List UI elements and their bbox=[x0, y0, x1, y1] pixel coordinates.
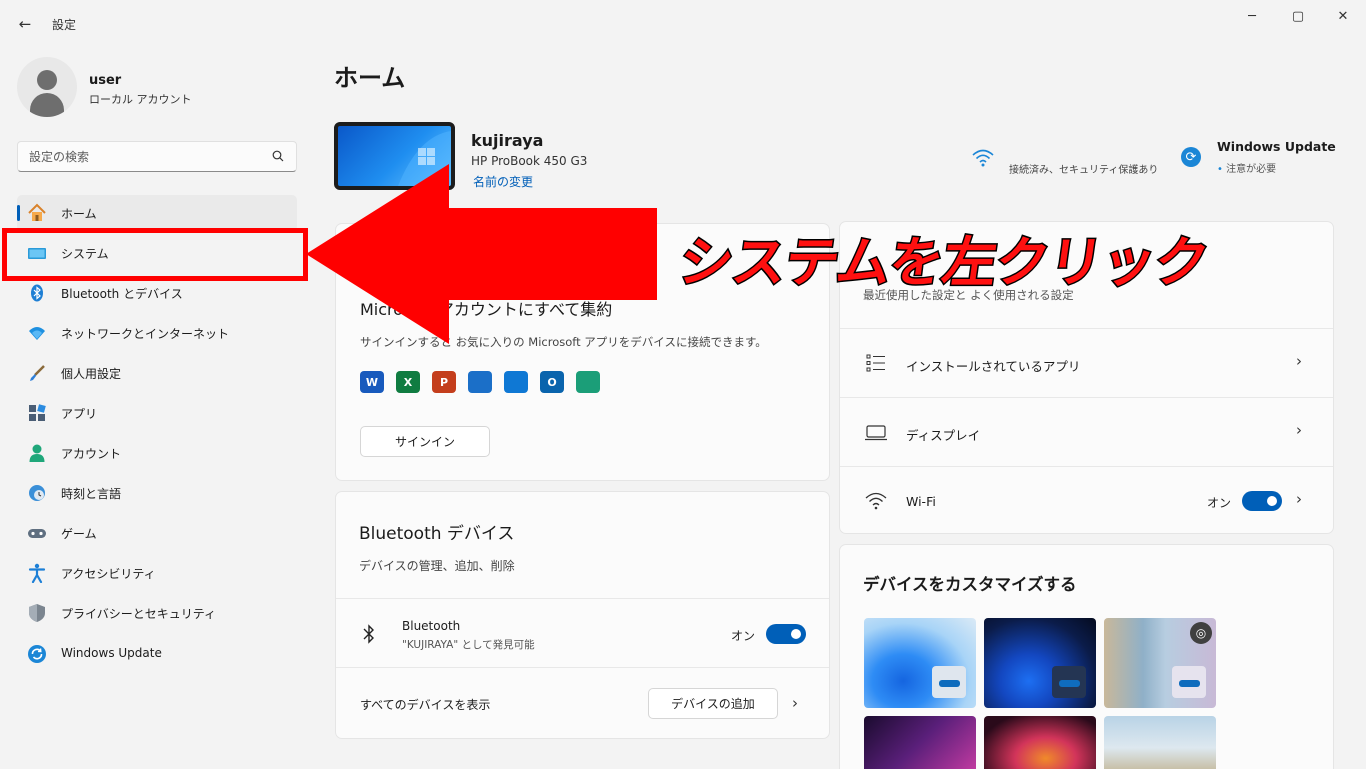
title-bar: ← 設定 ─ ▢ ✕ bbox=[0, 0, 1366, 46]
word-icon: W bbox=[360, 371, 384, 393]
apps-icon bbox=[27, 403, 47, 423]
settings-search bbox=[17, 141, 297, 172]
theme-thumbnail[interactable] bbox=[984, 716, 1096, 769]
time-language-icon bbox=[27, 483, 47, 503]
chevron-right-icon[interactable]: › bbox=[1296, 421, 1302, 439]
close-button[interactable]: ✕ bbox=[1320, 0, 1366, 32]
accessibility-icon bbox=[27, 563, 47, 583]
bluetooth-discoverable-text: "KUJIRAYA" として発見可能 bbox=[402, 639, 535, 651]
windows-update-status-title[interactable]: Windows Update bbox=[1217, 139, 1336, 154]
sidebar-item-privacy[interactable]: プライバシーとセキュリティ bbox=[17, 595, 297, 631]
wifi-status-icon bbox=[972, 149, 994, 171]
sidebar-item-label: ネットワークとインターネット bbox=[61, 327, 230, 341]
bluetooth-toggle-label: オン bbox=[731, 629, 756, 643]
bluetooth-card-title: Bluetooth デバイス bbox=[359, 524, 515, 544]
sidebar-item-label: 個人用設定 bbox=[61, 367, 122, 381]
shield-icon bbox=[27, 603, 47, 623]
divider bbox=[336, 667, 829, 668]
app-title: 設定 bbox=[52, 18, 77, 32]
sign-in-button[interactable]: サインイン bbox=[360, 426, 490, 457]
customize-title: デバイスをカスタマイズする bbox=[863, 575, 1077, 594]
back-button[interactable]: ← bbox=[10, 10, 40, 38]
outlook-icon: O bbox=[540, 371, 564, 393]
theme-taskbar-preview bbox=[1172, 666, 1206, 698]
red-arrow bbox=[306, 164, 657, 344]
windows-update-status-sub: • 注意が必要 bbox=[1217, 164, 1277, 175]
wifi-toggle[interactable] bbox=[1242, 491, 1282, 511]
theme-thumbnail[interactable]: ◎ bbox=[1104, 618, 1216, 708]
windows-update-icon bbox=[27, 644, 47, 664]
wifi-label: Wi-Fi bbox=[906, 494, 936, 509]
add-device-button[interactable]: デバイスの追加 bbox=[648, 688, 778, 719]
sidebar-item-label: Bluetooth とデバイス bbox=[61, 287, 183, 301]
sidebar-item-accessibility[interactable]: アクセシビリティ bbox=[17, 555, 297, 591]
family-icon bbox=[576, 371, 600, 393]
theme-thumbnail[interactable] bbox=[984, 618, 1096, 708]
divider bbox=[336, 598, 829, 599]
sidebar-item-label: 時刻と言語 bbox=[61, 487, 122, 501]
page-title: ホーム bbox=[334, 64, 406, 92]
device-name: kujiraya bbox=[471, 131, 544, 150]
theme-thumbnail[interactable] bbox=[864, 618, 976, 708]
defender-icon bbox=[468, 371, 492, 393]
search-icon[interactable] bbox=[272, 150, 284, 162]
brush-icon bbox=[27, 363, 47, 383]
sidebar-item-home[interactable]: ホーム bbox=[17, 195, 297, 231]
sidebar-item-apps[interactable]: アプリ bbox=[17, 395, 297, 431]
sidebar-item-label: アクセシビリティ bbox=[61, 567, 156, 581]
display-icon bbox=[865, 423, 887, 443]
sidebar-item-label: ゲーム bbox=[61, 527, 97, 541]
display-label: ディスプレイ bbox=[906, 428, 981, 443]
sidebar-item-label: プライバシーとセキュリティ bbox=[61, 607, 217, 621]
game-icon bbox=[27, 523, 47, 543]
sidebar-item-windows-update[interactable]: Windows Update bbox=[17, 636, 297, 672]
bluetooth-toggle[interactable] bbox=[766, 624, 806, 644]
bluetooth-icon bbox=[27, 283, 47, 303]
slideshow-icon: ◎ bbox=[1190, 622, 1212, 644]
installed-apps-label: インストールされているアプリ bbox=[906, 359, 1081, 374]
network-icon bbox=[27, 323, 47, 343]
highlight-box bbox=[2, 228, 308, 281]
theme-thumbnail[interactable] bbox=[1104, 716, 1216, 769]
show-all-devices-label[interactable]: すべてのデバイスを表示 bbox=[360, 696, 490, 713]
sidebar-item-gaming[interactable]: ゲーム bbox=[17, 515, 297, 551]
sidebar-item-label: Windows Update bbox=[61, 646, 162, 660]
windows-update-status-icon: ⟳ bbox=[1181, 147, 1201, 167]
theme-thumbnail[interactable] bbox=[864, 716, 976, 769]
powerpoint-icon: P bbox=[432, 371, 456, 393]
wifi-icon bbox=[865, 491, 887, 511]
bluetooth-card-description: デバイスの管理、追加、削除 bbox=[359, 559, 515, 573]
account-type: ローカル アカウント bbox=[89, 93, 192, 106]
wifi-status-text: 接続済み、セキュリティ保護あり bbox=[1009, 165, 1159, 176]
sidebar-item-personalization[interactable]: 個人用設定 bbox=[17, 355, 297, 391]
sidebar-item-label: アプリ bbox=[61, 407, 98, 421]
apps-list-icon bbox=[865, 353, 887, 373]
sidebar-item-label: アカウント bbox=[61, 447, 122, 461]
active-indicator bbox=[17, 205, 20, 221]
account-icon bbox=[27, 443, 47, 463]
onedrive-icon bbox=[504, 371, 528, 393]
sidebar-item-accounts[interactable]: アカウント bbox=[17, 435, 297, 471]
sidebar-item-label: ホーム bbox=[61, 207, 97, 221]
search-input[interactable] bbox=[18, 142, 258, 171]
chevron-right-icon[interactable]: › bbox=[792, 694, 798, 712]
bluetooth-device-name: Bluetooth bbox=[402, 619, 461, 633]
home-icon bbox=[27, 203, 47, 223]
theme-taskbar-preview bbox=[932, 666, 966, 698]
user-name: user bbox=[89, 73, 122, 88]
bluetooth-icon bbox=[362, 624, 376, 648]
avatar[interactable] bbox=[17, 57, 77, 117]
minimize-button[interactable]: ─ bbox=[1229, 0, 1275, 32]
chevron-right-icon[interactable]: › bbox=[1296, 490, 1302, 508]
chevron-right-icon[interactable]: › bbox=[1296, 352, 1302, 370]
sidebar-item-time-language[interactable]: 時刻と言語 bbox=[17, 475, 297, 511]
maximize-button[interactable]: ▢ bbox=[1275, 0, 1321, 32]
theme-taskbar-preview bbox=[1052, 666, 1086, 698]
annotation-text: システムを左クリック bbox=[673, 230, 1213, 296]
wifi-toggle-label: オン bbox=[1207, 496, 1232, 510]
sidebar-item-network[interactable]: ネットワークとインターネット bbox=[17, 315, 297, 351]
excel-icon: X bbox=[396, 371, 420, 393]
